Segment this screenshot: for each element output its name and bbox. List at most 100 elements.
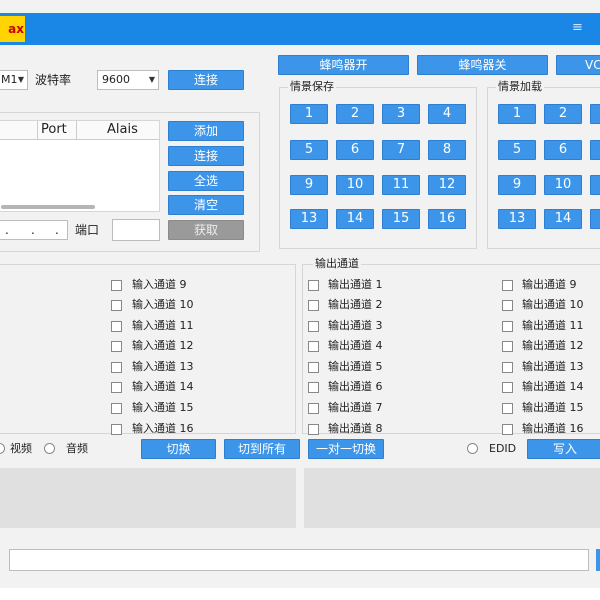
input-channel-label: 输入通道 11 <box>132 319 194 332</box>
window-menu-icon[interactable]: ≡ <box>572 20 583 35</box>
output-channel-checkbox[interactable] <box>502 321 513 332</box>
output-channel-checkbox[interactable] <box>502 280 513 291</box>
input-channel-checkbox[interactable] <box>111 382 122 393</box>
output-channel-label: 输出通道 8 <box>328 422 383 435</box>
output-channel-checkbox[interactable] <box>308 321 319 332</box>
buzzer-off-button[interactable]: 蜂鸣器关 <box>417 55 548 75</box>
scene-save-button[interactable]: 4 <box>428 104 466 124</box>
port-select[interactable]: M1 ▼ <box>0 70 28 90</box>
output-channel-label: 输出通道 14 <box>522 380 584 393</box>
output-channel-checkbox[interactable] <box>502 424 513 435</box>
input-channel-checkbox[interactable] <box>111 341 122 352</box>
output-channel-checkbox[interactable] <box>308 382 319 393</box>
scene-save-button[interactable]: 10 <box>336 175 374 195</box>
scene-load-button[interactable]: 1 <box>498 104 536 124</box>
scene-save-button[interactable]: 7 <box>382 140 420 160</box>
output-channel-checkbox[interactable] <box>502 362 513 373</box>
app-logo: ax <box>0 16 25 42</box>
scene-save-button[interactable]: 14 <box>336 209 374 229</box>
scene-save-button[interactable]: 2 <box>336 104 374 124</box>
audio-label: 音频 <box>66 442 88 455</box>
audio-radio[interactable] <box>44 443 55 454</box>
scene-save-button[interactable]: 3 <box>382 104 420 124</box>
port-label: 端口 <box>75 223 100 237</box>
output-channel-checkbox[interactable] <box>308 341 319 352</box>
output-channel-checkbox[interactable] <box>502 300 513 311</box>
output-channel-checkbox[interactable] <box>502 403 513 414</box>
output-channel-checkbox[interactable] <box>308 362 319 373</box>
scene-load-button[interactable] <box>590 104 600 124</box>
serial-connect-button[interactable]: 连接 <box>168 70 244 90</box>
command-input[interactable] <box>9 549 589 571</box>
scene-save-button[interactable]: 5 <box>290 140 328 160</box>
one-to-one-switch-button[interactable]: 一对一切换 <box>308 439 384 459</box>
output-channel-checkbox[interactable] <box>308 280 319 291</box>
horizontal-scrollbar[interactable] <box>1 205 95 209</box>
scene-save-title: 情景保存 <box>288 80 336 93</box>
input-channel-label: 输入通道 15 <box>132 401 194 414</box>
output-channel-label: 输出通道 5 <box>328 360 383 373</box>
port-input[interactable] <box>112 219 160 241</box>
scene-load-button[interactable]: 14 <box>544 209 582 229</box>
port-select-value: M1 <box>1 73 18 86</box>
write-button[interactable]: 写入 <box>527 439 600 459</box>
output-channel-label: 输出通道 11 <box>522 319 584 332</box>
vc-button[interactable]: VC <box>556 55 600 75</box>
window-bottom-edge <box>0 588 600 600</box>
scene-load-button[interactable]: 10 <box>544 175 582 195</box>
scene-load-button[interactable] <box>590 140 600 160</box>
baud-select-value: 9600 <box>102 73 130 86</box>
scene-load-button[interactable]: 6 <box>544 140 582 160</box>
scene-save-button[interactable]: 15 <box>382 209 420 229</box>
chevron-down-icon: ▼ <box>17 75 24 84</box>
column-header-port[interactable]: Port <box>41 122 67 138</box>
add-device-button[interactable]: 添加 <box>168 121 244 141</box>
output-channel-checkbox[interactable] <box>308 403 319 414</box>
input-channel-checkbox[interactable] <box>111 403 122 414</box>
video-radio[interactable] <box>0 443 5 454</box>
switch-button[interactable]: 切换 <box>141 439 216 459</box>
output-channel-checkbox[interactable] <box>308 424 319 435</box>
switch-all-button[interactable]: 切到所有 <box>224 439 300 459</box>
input-channel-label: 输入通道 9 <box>132 278 187 291</box>
input-channel-checkbox[interactable] <box>111 424 122 435</box>
scene-save-button[interactable]: 6 <box>336 140 374 160</box>
scene-save-button[interactable]: 12 <box>428 175 466 195</box>
output-channel-checkbox[interactable] <box>502 382 513 393</box>
scene-save-button[interactable]: 16 <box>428 209 466 229</box>
scene-load-button[interactable]: 5 <box>498 140 536 160</box>
scene-load-button[interactable]: 9 <box>498 175 536 195</box>
scene-load-button[interactable]: 13 <box>498 209 536 229</box>
scene-save-button[interactable]: 13 <box>290 209 328 229</box>
fetch-button[interactable]: 获取 <box>168 220 244 240</box>
input-channel-checkbox[interactable] <box>111 280 122 291</box>
input-channel-checkbox[interactable] <box>111 300 122 311</box>
scene-load-button[interactable]: 2 <box>544 104 582 124</box>
input-channel-label: 输入通道 13 <box>132 360 194 373</box>
connect-device-button[interactable]: 连接 <box>168 146 244 166</box>
column-header-alias[interactable]: Alais <box>107 122 138 138</box>
input-channel-checkbox[interactable] <box>111 321 122 332</box>
output-channel-checkbox[interactable] <box>502 341 513 352</box>
scene-load-button[interactable] <box>590 209 600 229</box>
scene-save-button[interactable]: 11 <box>382 175 420 195</box>
ip-address-input[interactable]: . . . <box>0 220 68 240</box>
scene-load-button[interactable] <box>590 175 600 195</box>
edid-radio[interactable] <box>467 443 478 454</box>
baud-select[interactable]: 9600 ▼ <box>97 70 159 90</box>
scene-save-button[interactable]: 8 <box>428 140 466 160</box>
input-channel-checkbox[interactable] <box>111 362 122 373</box>
clear-button[interactable]: 清空 <box>168 195 244 215</box>
select-all-button[interactable]: 全选 <box>168 171 244 191</box>
send-button[interactable] <box>596 549 600 571</box>
output-channel-label: 输出通道 1 <box>328 278 383 291</box>
scene-save-button[interactable]: 9 <box>290 175 328 195</box>
output-channel-label: 输出通道 4 <box>328 339 383 352</box>
output-channel-checkbox[interactable] <box>308 300 319 311</box>
video-label: 视频 <box>10 442 32 455</box>
buzzer-on-button[interactable]: 蜂鸣器开 <box>278 55 409 75</box>
device-list[interactable]: Port Alais <box>0 120 160 212</box>
baud-label: 波特率 <box>35 73 72 87</box>
input-channel-label: 输入通道 12 <box>132 339 194 352</box>
scene-save-button[interactable]: 1 <box>290 104 328 124</box>
